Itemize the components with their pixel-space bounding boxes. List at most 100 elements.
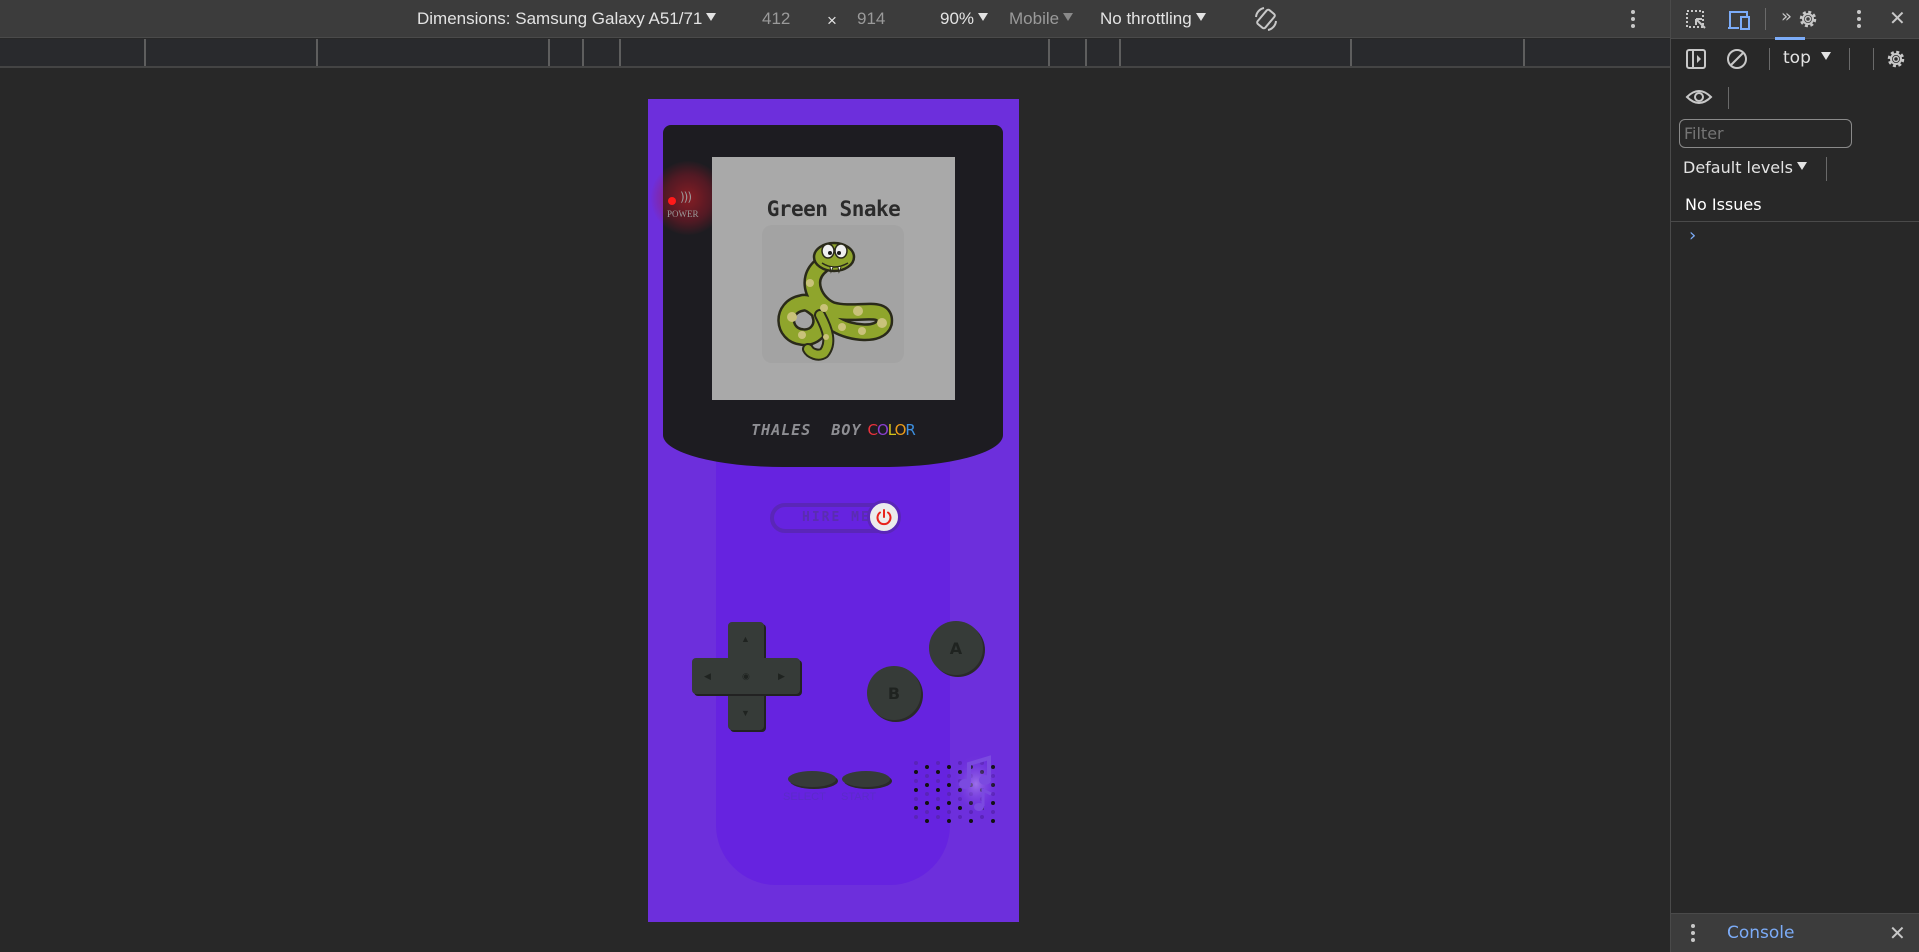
- device-name: Dimensions: Samsung Galaxy A51/71: [417, 9, 703, 28]
- drawer-more-icon[interactable]: [1691, 924, 1695, 945]
- speaker-hole: [936, 788, 940, 792]
- issues-status[interactable]: No Issues: [1685, 195, 1762, 214]
- speaker-hole: [925, 801, 929, 805]
- toolbar-separator: [1849, 48, 1850, 70]
- inspect-element-icon[interactable]: [1685, 9, 1709, 35]
- d-pad-up[interactable]: ▲: [741, 634, 750, 644]
- d-pad-left[interactable]: ◀: [704, 671, 711, 682]
- game-console: ))) POWER Green Snake THALES BOY COLOR H…: [648, 99, 1019, 922]
- close-icon[interactable]: ✕: [1889, 6, 1906, 30]
- speaker-hole: [914, 779, 918, 783]
- tab-console[interactable]: Console: [1727, 923, 1795, 943]
- screen-title: Green Snake: [766, 197, 901, 221]
- d-pad: ▲ ▼ ◀ ▶ ◉: [692, 622, 800, 730]
- brand-letter: O: [876, 421, 889, 439]
- speaker-hole: [936, 761, 940, 765]
- device-dimensions-dropdown[interactable]: Dimensions: Samsung Galaxy A51/71: [417, 9, 717, 29]
- ruler-tick[interactable]: [548, 39, 550, 66]
- height-input[interactable]: 914: [857, 9, 885, 29]
- more-tabs-icon[interactable]: »: [1781, 6, 1792, 27]
- speaker-hole: [914, 806, 918, 810]
- start-label: START: [841, 791, 877, 803]
- select-button[interactable]: [788, 771, 836, 787]
- ruler-tick[interactable]: [1523, 39, 1525, 66]
- more-vert-icon[interactable]: [1857, 10, 1861, 31]
- speaker-hole: [991, 819, 995, 823]
- sidebar-toggle-icon[interactable]: [1685, 48, 1707, 74]
- caret-down-icon: [1796, 162, 1807, 170]
- media-query-ruler: [0, 39, 1670, 68]
- brand-color-word: COLOR: [867, 421, 915, 439]
- start-button[interactable]: [842, 771, 890, 787]
- music-note-icon[interactable]: [953, 754, 999, 814]
- ruler-tick[interactable]: [1119, 39, 1121, 66]
- lcd-screen[interactable]: Green Snake: [712, 157, 955, 400]
- device-toolbar: Dimensions: Samsung Galaxy A51/71 412 × …: [0, 0, 1670, 38]
- caret-down-icon: [1820, 52, 1831, 60]
- a-button[interactable]: A: [929, 621, 983, 675]
- speaker-hole: [914, 788, 918, 792]
- speaker-hole: [969, 819, 973, 823]
- console-prompt[interactable]: ›: [1689, 225, 1696, 246]
- more-vert-icon[interactable]: [1631, 10, 1635, 31]
- clear-console-icon[interactable]: [1726, 48, 1748, 74]
- speaker-hole: [947, 801, 951, 805]
- speaker-hole: [914, 815, 918, 819]
- console-settings-icon[interactable]: [1884, 47, 1908, 75]
- ruler-tick[interactable]: [582, 39, 584, 66]
- brand-name: THALES BOY: [751, 421, 862, 439]
- speaker-hole: [925, 783, 929, 787]
- speaker-hole: [925, 819, 929, 823]
- device-toggle-icon[interactable]: [1727, 9, 1753, 35]
- snake-image: [762, 225, 904, 363]
- snake-illustration: [777, 241, 894, 361]
- ruler-tick[interactable]: [1350, 39, 1352, 66]
- ruler-tick[interactable]: [144, 39, 146, 66]
- caret-down-icon: [706, 13, 717, 21]
- brand-letter: C: [867, 421, 878, 439]
- brand-letter: O: [894, 421, 907, 439]
- settings-icon[interactable]: [1796, 7, 1820, 35]
- width-input[interactable]: 412: [762, 9, 790, 29]
- speaker-hole: [958, 815, 962, 819]
- log-levels-dropdown[interactable]: Default levels: [1683, 158, 1807, 177]
- speaker-hole: [980, 815, 984, 819]
- b-button[interactable]: B: [867, 666, 921, 720]
- ruler-tick[interactable]: [619, 39, 621, 66]
- speaker-hole: [925, 810, 929, 814]
- device-type-value: Mobile: [1009, 9, 1060, 28]
- ruler-tick[interactable]: [316, 39, 318, 66]
- caret-down-icon: [1063, 13, 1074, 21]
- filter-input[interactable]: [1679, 119, 1852, 148]
- caret-down-icon: [1195, 13, 1206, 21]
- ruler-tick[interactable]: [1085, 39, 1087, 66]
- close-drawer-icon[interactable]: ✕: [1889, 921, 1906, 945]
- zoom-dropdown[interactable]: 90%: [940, 9, 989, 29]
- live-expression-eye-icon[interactable]: [1685, 87, 1713, 111]
- power-button[interactable]: [867, 500, 901, 534]
- throttling-value: No throttling: [1100, 9, 1192, 28]
- d-pad-right[interactable]: ▶: [778, 671, 785, 682]
- device-type-dropdown[interactable]: Mobile: [1009, 9, 1074, 29]
- hire-me-switch[interactable]: HIRE ME?: [770, 500, 901, 534]
- speaker-hole: [936, 815, 940, 819]
- speaker-hole: [936, 797, 940, 801]
- power-waves-icon: ))): [680, 190, 692, 204]
- d-pad-down[interactable]: ▼: [741, 708, 750, 718]
- toolbar-separator: [1826, 157, 1827, 181]
- context-value: top: [1783, 48, 1811, 68]
- zoom-value: 90%: [940, 9, 975, 28]
- speaker-hole: [925, 792, 929, 796]
- speaker-hole: [914, 770, 918, 774]
- ruler-tick[interactable]: [1048, 39, 1050, 66]
- toolbar-separator: [1873, 48, 1874, 70]
- context-selector[interactable]: top: [1783, 48, 1831, 68]
- throttling-dropdown[interactable]: No throttling: [1100, 9, 1206, 29]
- power-label: POWER: [667, 209, 699, 219]
- power-led: [668, 197, 676, 205]
- speaker-hole: [925, 774, 929, 778]
- brand-letter: R: [905, 421, 915, 439]
- speaker-hole: [936, 779, 940, 783]
- rotate-icon[interactable]: [1252, 5, 1280, 38]
- speaker-hole: [914, 797, 918, 801]
